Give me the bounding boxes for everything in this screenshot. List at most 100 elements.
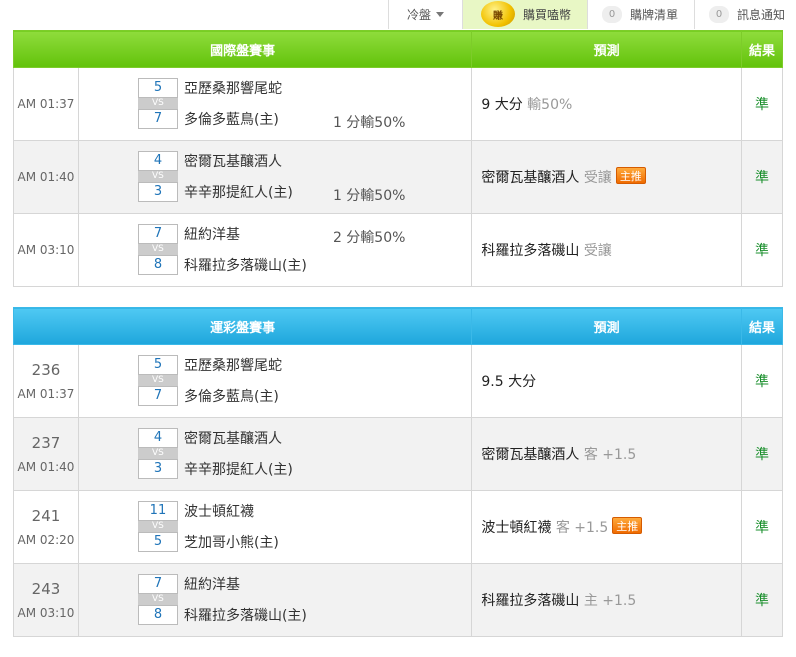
prediction-detail: 主 +1.5 bbox=[583, 593, 637, 609]
away-score: 11 bbox=[137, 501, 178, 521]
caret-down-icon bbox=[436, 12, 444, 17]
match-time-cell: 241 AM 02:20 bbox=[13, 490, 79, 564]
result: 準 bbox=[741, 67, 783, 141]
prediction-detail: 輸50% bbox=[527, 97, 573, 113]
vs-label: VS bbox=[137, 244, 178, 255]
prediction: 科羅拉多落磯山 bbox=[481, 243, 580, 259]
notifications-label: 訊息通知 bbox=[737, 8, 786, 22]
away-score: 7 bbox=[137, 224, 178, 244]
match-time: AM 01:37 bbox=[17, 97, 75, 111]
header-result: 結果 bbox=[741, 307, 783, 345]
prediction-detail: 客 +1.5 bbox=[555, 520, 609, 536]
match-cell: 7 VS 8 紐約洋基 科羅拉多落磯山(主) 2 分輸50% bbox=[77, 213, 473, 287]
score-box: 4 VS 3 bbox=[137, 428, 178, 479]
teams: 紐約洋基 科羅拉多落磯山(主) bbox=[184, 225, 307, 287]
match-cell: 4 VS 3 密爾瓦基釀酒人 辛辛那提紅人(主) bbox=[77, 417, 473, 491]
match-time: AM 03:10 bbox=[17, 243, 75, 257]
prediction: 密爾瓦基釀酒人 bbox=[481, 447, 580, 463]
prediction: 9 大分 bbox=[481, 97, 523, 113]
home-team: 辛辛那提紅人(主) bbox=[183, 462, 293, 478]
away-team: 密爾瓦基釀酒人 bbox=[183, 154, 282, 170]
table-row: AM 01:37 5 VS 7 亞歷桑那響尾蛇 多倫多藍鳥(主) 1 分輸50% 9 大分 輸… bbox=[13, 67, 783, 141]
table-header: 國際盤賽事 預測 結果 bbox=[12, 30, 783, 68]
away-team: 紐約洋基 bbox=[183, 577, 240, 593]
match-time: AM 01:40 bbox=[17, 460, 75, 474]
vs-label: VS bbox=[137, 98, 178, 109]
vs-label: VS bbox=[137, 594, 178, 605]
match-cell: 5 VS 7 亞歷桑那響尾蛇 多倫多藍鳥(主) bbox=[77, 344, 473, 418]
prediction: 科羅拉多落磯山 bbox=[481, 593, 580, 609]
prediction-cell: 密爾瓦基釀酒人 受讓 主推 bbox=[471, 140, 743, 214]
cold-label: 冷盤 bbox=[406, 8, 431, 22]
header-match: 國際盤賽事 bbox=[12, 30, 473, 68]
teams: 密爾瓦基釀酒人 辛辛那提紅人(主) bbox=[184, 429, 293, 491]
match-time: AM 02:20 bbox=[17, 533, 75, 547]
prediction-cell: 科羅拉多落磯山 受讓 bbox=[471, 213, 743, 287]
prediction: 9.5 大分 bbox=[481, 374, 537, 390]
header-prediction: 預測 bbox=[471, 30, 743, 68]
featured-badge: 主推 bbox=[612, 517, 643, 534]
result: 準 bbox=[741, 490, 783, 564]
away-team: 亞歷桑那響尾蛇 bbox=[183, 358, 282, 374]
match-time-cell: AM 03:10 bbox=[13, 213, 79, 287]
teams: 密爾瓦基釀酒人 辛辛那提紅人(主) bbox=[184, 152, 293, 214]
sports-lottery-table: 運彩盤賽事 預測 結果 236 AM 01:37 5 VS 7 亞歷桑那響尾蛇 多倫多藍鳥(… bbox=[12, 307, 783, 637]
away-team: 亞歷桑那響尾蛇 bbox=[183, 81, 282, 97]
prediction-cell: 密爾瓦基釀酒人 客 +1.5 bbox=[471, 417, 743, 491]
match-number: 237 bbox=[31, 434, 61, 452]
teams: 亞歷桑那響尾蛇 多倫多藍鳥(主) bbox=[184, 356, 282, 418]
header-result: 結果 bbox=[741, 30, 783, 68]
match-time: AM 03:10 bbox=[17, 606, 75, 620]
table-header: 運彩盤賽事 預測 結果 bbox=[12, 307, 783, 345]
result: 準 bbox=[741, 140, 783, 214]
match-cell: 5 VS 7 亞歷桑那響尾蛇 多倫多藍鳥(主) 1 分輸50% bbox=[77, 67, 473, 141]
handicap: 2 分輸50% bbox=[332, 230, 406, 246]
prediction-cell: 9 大分 輸50% bbox=[471, 67, 743, 141]
buy-coins-button[interactable]: 賺 購買嗑幣 bbox=[462, 0, 587, 29]
notifications-button[interactable]: 0 訊息通知 bbox=[694, 0, 796, 29]
home-team: 多倫多藍鳥(主) bbox=[183, 112, 279, 128]
prediction-detail: 客 +1.5 bbox=[583, 447, 637, 463]
score-box: 7 VS 8 bbox=[137, 224, 178, 275]
top-bar: 冷盤 賺 購買嗑幣 0 購牌清單 0 訊息通知 bbox=[0, 0, 796, 30]
match-time-cell: AM 01:37 bbox=[13, 67, 79, 141]
away-team: 波士頓紅襪 bbox=[183, 504, 254, 520]
match-time-cell: 237 AM 01:40 bbox=[13, 417, 79, 491]
match-time: AM 01:40 bbox=[17, 170, 75, 184]
international-rows: AM 01:37 5 VS 7 亞歷桑那響尾蛇 多倫多藍鳥(主) 1 分輸50% 9 大分 輸… bbox=[13, 67, 783, 287]
result: 準 bbox=[741, 213, 783, 287]
vs-label: VS bbox=[137, 521, 178, 532]
vs-label: VS bbox=[137, 375, 178, 386]
home-score: 5 bbox=[137, 532, 178, 552]
purchase-list-count: 0 bbox=[602, 6, 622, 23]
home-score: 8 bbox=[137, 255, 178, 275]
table-row: 241 AM 02:20 11 VS 5 波士頓紅襪芝加哥小熊(主) 波士頓紅襪 客 +1.… bbox=[13, 490, 783, 564]
purchase-list-button[interactable]: 0 購牌清單 bbox=[587, 0, 694, 29]
table-row: 236 AM 01:37 5 VS 7 亞歷桑那響尾蛇 多倫多藍鳥(主) 9.5 大分準 bbox=[13, 344, 783, 418]
featured-badge: 主推 bbox=[615, 167, 646, 184]
cold-dropdown[interactable]: 冷盤 bbox=[388, 0, 462, 29]
home-score: 3 bbox=[137, 459, 178, 479]
header-match: 運彩盤賽事 bbox=[12, 307, 473, 345]
away-team: 密爾瓦基釀酒人 bbox=[183, 431, 282, 447]
home-score: 7 bbox=[137, 386, 178, 406]
match-cell: 11 VS 5 波士頓紅襪芝加哥小熊(主) bbox=[77, 490, 473, 564]
score-box: 5 VS 7 bbox=[137, 355, 178, 406]
vs-label: VS bbox=[137, 171, 178, 182]
match-number: 236 bbox=[31, 361, 61, 379]
home-team: 芝加哥小熊(主) bbox=[183, 535, 279, 551]
table-row: AM 01:40 4 VS 3 密爾瓦基釀酒人 辛辛那提紅人(主) 1 分輸50% 密爾瓦基釀… bbox=[13, 140, 783, 214]
handicap: 1 分輸50% bbox=[332, 188, 406, 204]
away-team: 紐約洋基 bbox=[183, 227, 240, 243]
notifications-count: 0 bbox=[709, 6, 729, 23]
away-score: 5 bbox=[137, 78, 178, 98]
prediction: 密爾瓦基釀酒人 bbox=[481, 170, 580, 186]
match-cell: 4 VS 3 密爾瓦基釀酒人 辛辛那提紅人(主) 1 分輸50% bbox=[77, 140, 473, 214]
home-score: 8 bbox=[137, 605, 178, 625]
teams: 紐約洋基 科羅拉多落磯山(主) bbox=[184, 575, 307, 637]
header-prediction: 預測 bbox=[471, 307, 743, 345]
buy-coins-label: 購買嗑幣 bbox=[523, 8, 572, 22]
match-time-cell: 243 AM 03:10 bbox=[13, 563, 79, 637]
handicap: 1 分輸50% bbox=[332, 115, 406, 131]
prediction-detail: 受讓 bbox=[583, 243, 612, 259]
